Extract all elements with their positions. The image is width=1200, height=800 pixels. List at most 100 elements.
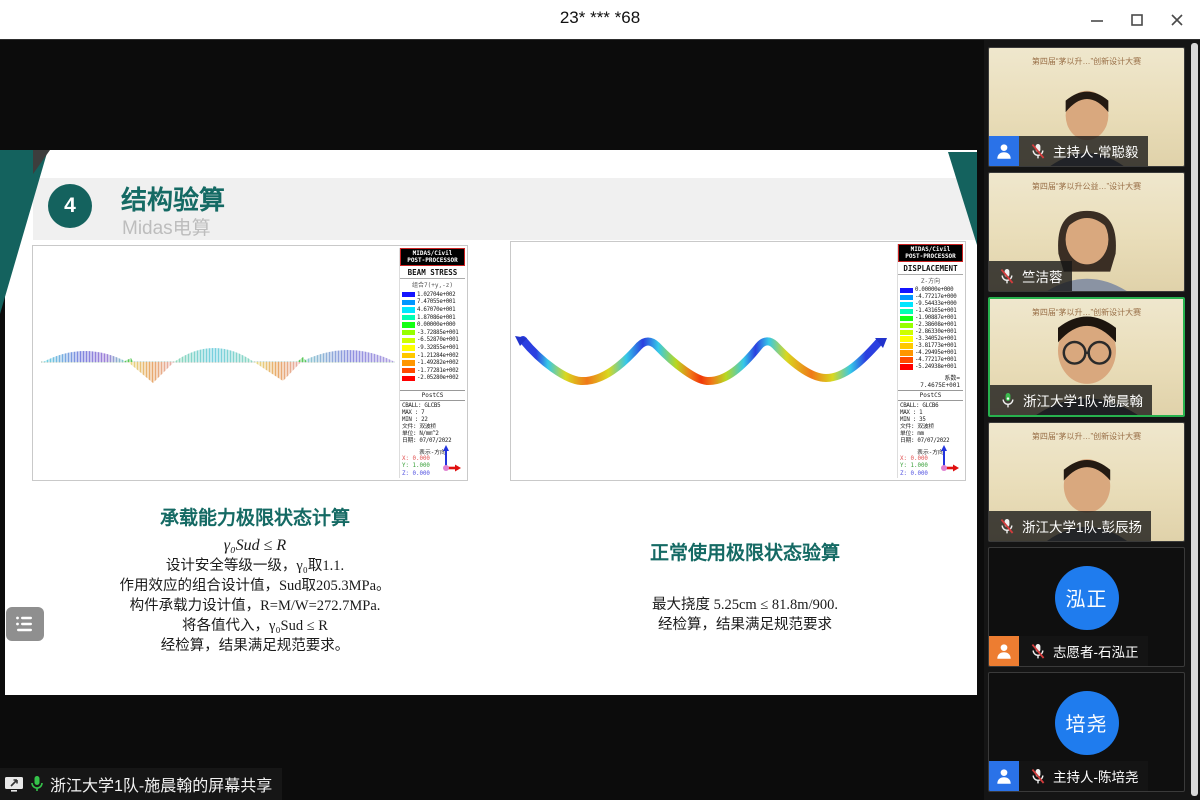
- legend-row: 7.47055e+001: [400, 299, 465, 307]
- participants-scrollbar[interactable]: [1191, 43, 1198, 796]
- legend-color-swatch: [402, 353, 415, 358]
- legend-color-swatch: [402, 307, 415, 312]
- legend-postcs: PostCS: [898, 390, 963, 401]
- legend-result-type: BEAM STRESS: [400, 266, 465, 279]
- legend-row: 4.67070e+001: [400, 306, 465, 314]
- midas-legend-displacement: MIDAS/CivilPOST-PROCESSOR DISPLACEMENT Z…: [897, 244, 963, 478]
- screen-share-status-bar: 浙江大学1队-施晨翰的屏幕共享: [0, 768, 282, 800]
- video-background-banner-text: 第四届“茅以升…”创新设计大赛: [989, 57, 1184, 67]
- video-background-banner-text: 第四届“茅以升公益…”设计大赛: [989, 182, 1184, 192]
- legend-color-swatch: [900, 336, 913, 341]
- participant-name: 主持人-常聪毅: [1053, 141, 1139, 161]
- legend-color-swatch: [900, 316, 913, 321]
- window-title: 23* *** *68: [0, 8, 1200, 28]
- slide-title: 结构验算: [121, 180, 225, 217]
- participant-label: 主持人-陈培尧: [989, 761, 1148, 791]
- participant-label: 浙江大学1队-彭辰扬: [989, 511, 1151, 541]
- legend-color-swatch: [402, 300, 415, 305]
- axis-triad-icon: [936, 444, 960, 474]
- legend-load-case: 组合7(+y,-z): [400, 279, 465, 291]
- presentation-slide: 4 结构验算 Midas电算: [5, 150, 977, 695]
- participant-name: 志愿者-石泓正: [1053, 641, 1139, 661]
- beam-stress-diagram: [33, 246, 399, 480]
- screen-share-icon: [4, 775, 24, 793]
- legend-row: -6.52870e+001: [400, 337, 465, 345]
- legend-row: -2.86330e+001: [898, 329, 963, 336]
- beam-stress-chart: MIDAS/CivilPOST-PROCESSOR BEAM STRESS 组合…: [32, 245, 468, 481]
- legend-color-swatch: [402, 292, 415, 297]
- legend-postcs: PostCS: [400, 390, 465, 401]
- legend-color-swatch: [402, 315, 415, 320]
- legend-row: -4.77217e+001: [898, 357, 963, 364]
- microphone-muted-icon: [1028, 641, 1048, 661]
- video-background-banner-text: 第四届“茅以升…”创新设计大赛: [989, 432, 1184, 442]
- participant-label: 志愿者-石泓正: [989, 636, 1148, 666]
- legend-row: -4.29495e+001: [898, 350, 963, 357]
- participant-name: 浙江大学1队-施晨翰: [1023, 390, 1143, 410]
- legend-color-swatch: [900, 357, 913, 362]
- displacement-chart: MIDAS/CivilPOST-PROCESSOR DISPLACEMENT Z…: [510, 241, 966, 481]
- host-badge-icon: [989, 761, 1019, 791]
- legend-row: -1.43165e+001: [898, 308, 963, 315]
- legend-color-swatch: [402, 330, 415, 335]
- participant-tile[interactable]: 泓正 志愿者-石泓正: [988, 547, 1185, 667]
- legend-color-swatch: [402, 368, 415, 373]
- participant-name: 浙江大学1队-彭辰扬: [1022, 516, 1142, 536]
- legend-color-swatch: [402, 322, 415, 327]
- legend-color-swatch: [402, 376, 415, 381]
- volunteer-badge-icon: [989, 636, 1019, 666]
- participant-label: 竺洁蓉: [989, 261, 1072, 291]
- participant-name: 主持人-陈培尧: [1053, 766, 1139, 786]
- slide-subtitle: Midas电算: [122, 213, 211, 240]
- legend-row: -1.90887e+001: [898, 315, 963, 322]
- participant-tile[interactable]: 培尧 主持人-陈培尧: [988, 672, 1185, 792]
- maximize-button[interactable]: [1128, 11, 1146, 29]
- legend-row: 1.02704e+002: [400, 291, 465, 299]
- participant-tile[interactable]: 第四届“茅以升…”创新设计大赛 主持人-常聪毅: [988, 47, 1185, 167]
- close-button[interactable]: [1168, 11, 1186, 29]
- legend-row: -2.38608e+001: [898, 322, 963, 329]
- legend-row: -9.54433e+000: [898, 301, 963, 308]
- legend-color-swatch: [900, 288, 913, 293]
- legend-row: -1.77281e+002: [400, 367, 465, 375]
- window-titlebar: 23* *** *68: [0, 0, 1200, 40]
- slide-list-toggle-button[interactable]: [6, 607, 44, 641]
- legend-result-type: DISPLACEMENT: [898, 262, 963, 275]
- legend-row: -1.21284e+002: [400, 352, 465, 360]
- screen-share-area: 4 结构验算 Midas电算: [0, 40, 984, 800]
- legend-row: -2.05280e+002: [400, 375, 465, 383]
- avatar: 泓正: [1055, 566, 1119, 630]
- legend-color-swatch: [900, 343, 913, 348]
- participant-tile[interactable]: 第四届“茅以升公益…”设计大赛 竺洁蓉: [988, 172, 1185, 292]
- microphone-active-icon: [29, 775, 45, 793]
- block-title: 承载能力极限状态计算: [60, 503, 450, 530]
- participant-name: 竺洁蓉: [1022, 266, 1063, 286]
- legend-row: 1.87086e+001: [400, 314, 465, 322]
- legend-row: -3.34052e+001: [898, 336, 963, 343]
- legend-color-swatch: [900, 350, 913, 355]
- microphone-muted-icon: [1028, 141, 1048, 161]
- microphone-muted-icon: [997, 266, 1017, 286]
- legend-color-swatch: [900, 309, 913, 314]
- participant-tile-active-speaker[interactable]: 第四届“茅以升…”创新设计大赛 浙江大学1队-施晨翰: [988, 297, 1185, 417]
- host-badge-icon: [989, 136, 1019, 166]
- formula-line: γ₀Sud ≤ R: [60, 536, 450, 556]
- legend-color-swatch: [900, 364, 913, 369]
- ultimate-limit-state-block: 承载能力极限状态计算 γ₀Sud ≤ R 设计安全等级一级，γ₀取1.1. 作用…: [60, 503, 450, 656]
- participants-sidebar: 第四届“茅以升…”创新设计大赛 主持人-常聪毅 第四届“茅以升公益…”设计大赛: [984, 40, 1200, 800]
- legend-footer: CBALL: GLCB6MAX : 1 MIN : 35文件: 双波桥 单位: …: [898, 401, 963, 445]
- legend-row: 0.00000e+000: [400, 321, 465, 329]
- legend-color-swatch: [900, 330, 913, 335]
- microphone-muted-icon: [997, 516, 1017, 536]
- participant-tile[interactable]: 第四届“茅以升…”创新设计大赛 浙江大学1队-彭辰扬: [988, 422, 1185, 542]
- legend-color-swatch: [402, 345, 415, 350]
- legend-scale-factor: 系数=7.4675E+001: [898, 370, 963, 389]
- screen-share-status-text: 浙江大学1队-施晨翰的屏幕共享: [50, 772, 272, 796]
- axis-triad-icon: [438, 444, 462, 474]
- minimize-button[interactable]: [1088, 11, 1106, 29]
- legend-row: -3.72885e+001: [400, 329, 465, 337]
- list-icon: [15, 615, 35, 633]
- legend-footer: CBALL: GLCB5MAX : 7 MIN : 22文件: 双波桥 单位: …: [400, 401, 465, 445]
- legend-color-swatch: [900, 295, 913, 300]
- participant-label: 浙江大学1队-施晨翰: [990, 385, 1152, 415]
